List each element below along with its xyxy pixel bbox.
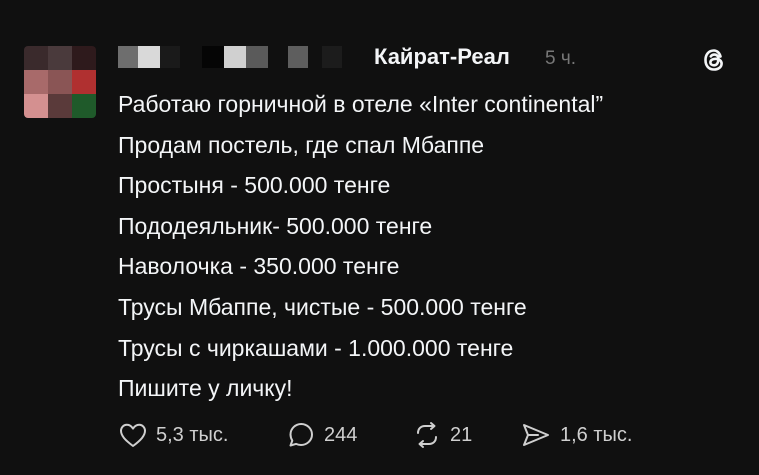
post-line: Простыня - 500.000 тенге [118,172,391,199]
post-time: 5 ч. [545,48,577,69]
post-line: Работаю горничной в отеле «Inter contine… [118,91,604,117]
reply-count: 244 [324,423,358,446]
like-count: 5,3 тыс. [156,423,229,446]
like-button[interactable]: 5,3 тыс. [118,418,228,452]
threads-logo-icon[interactable] [699,45,729,75]
repost-icon [412,420,442,450]
action-bar: 5,3 тыс. 244 21 1,6 тыс. [118,418,738,452]
share-icon [520,420,552,450]
share-button[interactable]: 1,6 тыс. [520,418,632,452]
post-line: Продам постель, где спал Мбаппе [118,131,485,158]
post-line: Пододеяльник- 500.000 тенге [118,212,433,239]
author-name[interactable]: Кайрат-Реал [374,44,510,70]
avatar[interactable] [24,46,96,118]
post-body: Работаю горничной в отеле «Inter contine… [118,84,748,409]
heart-icon [118,421,148,449]
threads-post: Кайрат-Реал 5 ч. Работаю горничной в оте… [0,0,759,475]
post-line: Трусы с чиркашами - 1.000.000 тенге [118,334,514,361]
post-line: Трусы Мбаппе, чистые - 500.000 тенге [118,293,527,320]
repost-button[interactable]: 21 [412,418,472,452]
post-line: Пишите у личку! [118,375,293,402]
post-line: Наволочка - 350.000 тенге [118,253,400,280]
share-count: 1,6 тыс. [560,423,633,446]
username-censored[interactable] [118,46,358,68]
repost-count: 21 [450,423,473,446]
comment-icon [286,420,316,450]
reply-button[interactable]: 244 [286,418,357,452]
